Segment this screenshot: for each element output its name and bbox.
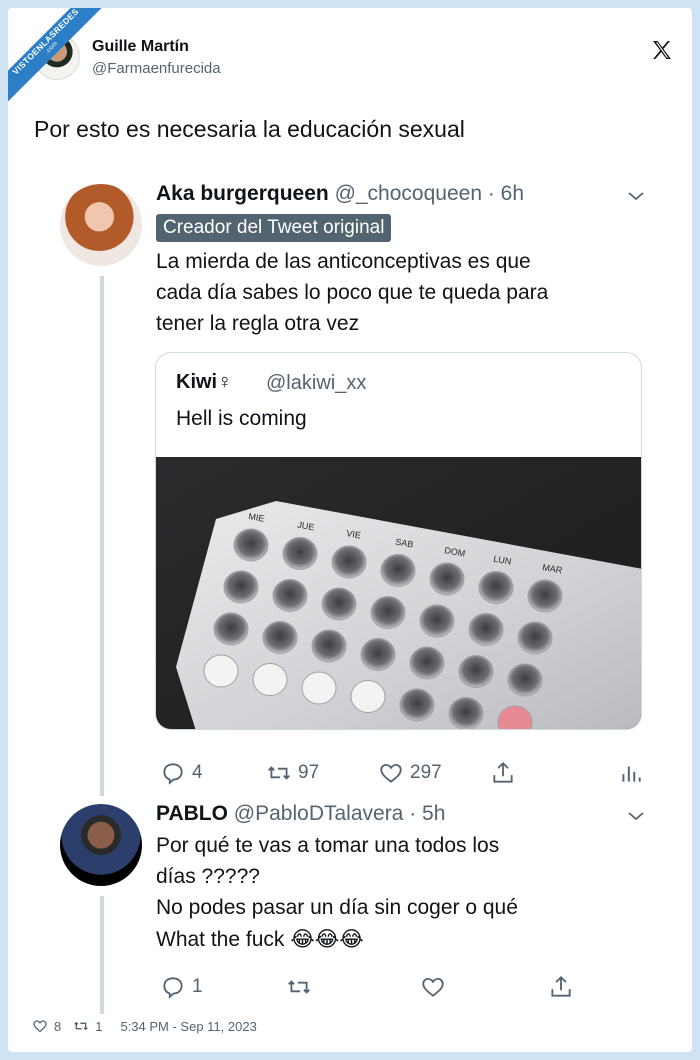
reply-text-line: What the fuck 😂😂😂 (156, 928, 364, 951)
pill-cavity (331, 545, 367, 579)
pill-cavity (223, 570, 259, 604)
pill-cavity (380, 554, 416, 587)
pill-cavity (468, 613, 504, 646)
pill-cavity (213, 612, 249, 646)
pill-cavity (301, 671, 337, 705)
analytics-button[interactable] (618, 760, 644, 786)
pill-cavity (370, 596, 406, 629)
retweet-button[interactable]: 97 (266, 760, 319, 786)
avatar[interactable] (60, 804, 142, 886)
reply-text-line: La mierda de las anticonceptivas es que (156, 250, 531, 273)
avatar[interactable] (60, 184, 142, 266)
watermark-text: VISTOENLASREDES (10, 8, 81, 77)
reply-author-name[interactable]: PABLO (156, 802, 228, 825)
pill-cavity (448, 697, 484, 729)
pill-pack-photo[interactable]: MIEJUEVIESABDOMLUNMAR (156, 457, 642, 730)
pill-cavity (517, 621, 553, 655)
pill-cavity (272, 579, 308, 612)
pill-cavity (203, 654, 239, 688)
like-icon (380, 763, 402, 783)
reply-header: Aka burgerqueen @_chocoqueen · 6h (156, 182, 524, 206)
reply-count: 4 (192, 762, 203, 783)
reply-button[interactable]: 1 (160, 974, 203, 1000)
pill-cavity (252, 663, 288, 696)
reply-text-line: tener la regla otra vez (156, 312, 360, 335)
retweet-icon (288, 980, 310, 994)
watermark: VISTOENLASREDES .com (8, 8, 128, 128)
tweet-header: Guille Martín @Farmaenfurecida (34, 32, 674, 88)
reply-handle-time[interactable]: @_chocoqueen · 6h (335, 182, 524, 205)
reply-handle-time[interactable]: @PabloDTalavera · 5h (234, 802, 446, 825)
pill-cavity (233, 528, 269, 562)
pill-cavity (282, 537, 318, 570)
like-count: 8 (54, 1018, 62, 1034)
reply-text-line: No podes pasar un día sin coger o qué (156, 896, 518, 919)
retweet-icon (268, 766, 290, 780)
pill-cavity (399, 688, 435, 722)
pill-cavity (419, 604, 455, 638)
x-logo-icon[interactable] (650, 38, 674, 62)
chevron-down-icon[interactable] (626, 806, 646, 826)
reply-actions: 1 (156, 974, 646, 1004)
reply-header: PABLO @PabloDTalavera · 5h (156, 802, 445, 826)
pill-cavity (478, 571, 514, 604)
reply-text-line: días ????? (156, 865, 260, 888)
reply-count: 1 (192, 976, 203, 997)
thread-line (100, 896, 104, 1014)
pill-cavity (458, 655, 494, 688)
tweet-screenshot: VISTOENLASREDES .com Guille Martín @Farm… (8, 8, 692, 1052)
status-badge: Creador del Tweet original (156, 214, 392, 242)
like-button[interactable]: 297 (378, 760, 442, 786)
timestamp[interactable]: 5:34 PM - Sep 11, 2023 (120, 1019, 256, 1034)
reply-actions: 4 97 297 (156, 760, 646, 790)
quoted-text: Hell is coming (176, 407, 307, 430)
share-button[interactable] (490, 760, 516, 786)
share-icon (551, 975, 571, 997)
retweet-count: 97 (298, 762, 320, 783)
reply-text-line: cada día sabes lo poco que te queda para (156, 281, 549, 304)
retweet-count: 1 (95, 1018, 103, 1034)
reply-button[interactable]: 4 (160, 760, 203, 786)
pill-cavity (262, 621, 298, 654)
pill-cavity (311, 629, 347, 663)
reply-icon (163, 763, 183, 785)
reply-text-line: Por qué te vas a tomar una todos los (156, 834, 500, 857)
share-icon (493, 761, 513, 783)
pill-cavity (409, 646, 445, 680)
retweet-icon[interactable] (73, 1018, 89, 1034)
pill-cavity (360, 638, 396, 671)
analytics-icon (622, 766, 641, 782)
tweet-footer: 8 1 5:34 PM - Sep 11, 2023 (32, 1018, 257, 1034)
retweet-button[interactable] (286, 974, 312, 1000)
like-icon[interactable] (32, 1018, 48, 1034)
quoted-author-handle: @lakiwi_xx (266, 372, 367, 394)
pill-cavity (507, 663, 543, 697)
like-count: 297 (410, 762, 442, 783)
quoted-author-name: Kiwi♀ (176, 371, 233, 393)
reply-author-name[interactable]: Aka burgerqueen (156, 182, 329, 205)
reply-icon (163, 977, 183, 999)
quoted-tweet[interactable]: Kiwi♀ @lakiwi_xx Hell is coming MIE JUE … (155, 352, 642, 730)
pill-cavity (321, 587, 357, 621)
like-icon (422, 977, 444, 997)
like-button[interactable] (420, 974, 446, 1000)
pill-cavity (350, 680, 386, 713)
share-button[interactable] (548, 974, 574, 1000)
chevron-down-icon[interactable] (626, 186, 646, 206)
thread-line (100, 276, 104, 796)
pill-cavity (527, 579, 563, 613)
pill-cavity (429, 562, 465, 596)
